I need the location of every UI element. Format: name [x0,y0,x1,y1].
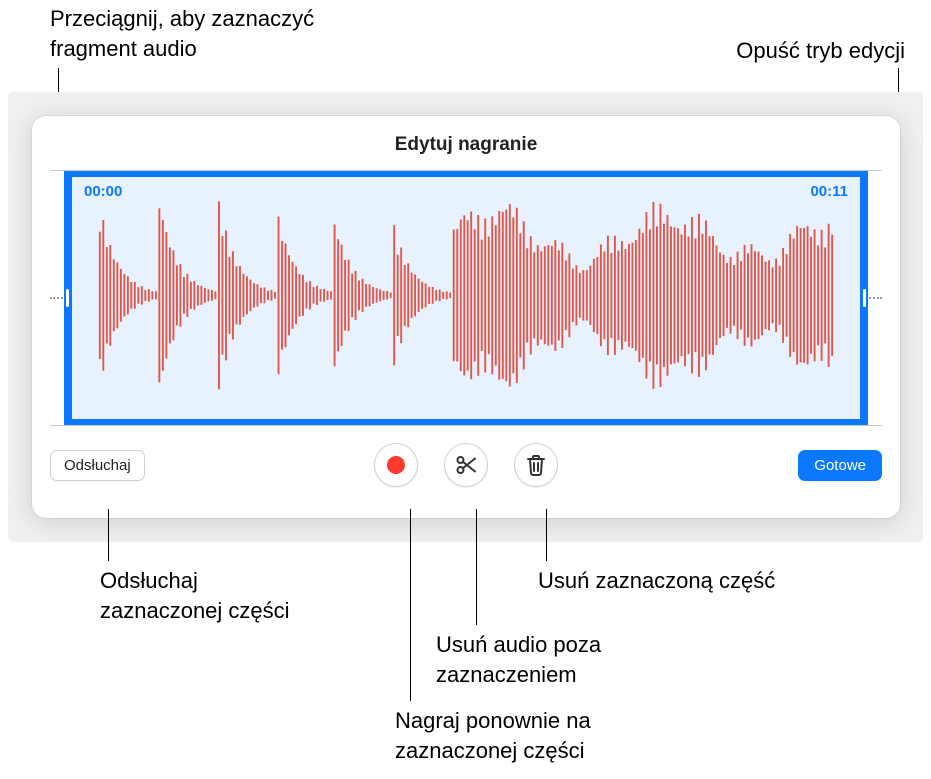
callout-drag: Przeciągnij, aby zaznaczyć fragment audi… [50,4,314,63]
callout-rerecord: Nagraj ponownie na zaznaczonej części [395,706,591,765]
done-button[interactable]: Gotowe [798,450,882,481]
waveform-area[interactable]: 00:00 00:11 [50,170,882,426]
delete-button[interactable] [514,443,558,487]
record-icon [385,454,407,476]
waveform-svg [96,191,836,400]
callout-exit: Opuść tryb edycji [736,36,905,66]
center-tools [374,443,558,487]
panel-title: Edytuj nagranie [50,134,882,156]
callout-trim: Usuń audio poza zaznaczeniem [436,630,601,689]
scissors-icon [454,453,478,477]
callout-delete: Usuń zaznaczoną część [538,566,775,596]
selection-range[interactable]: 00:00 00:11 [64,171,868,425]
callout-line [108,509,109,561]
record-button[interactable] [374,443,418,487]
toolbar: Odsłuchaj [50,442,882,488]
selection-handle-left[interactable] [66,289,69,307]
trim-button[interactable] [444,443,488,487]
callout-line [546,509,547,561]
trash-icon [525,453,547,477]
selection-handle-right[interactable] [863,289,866,307]
listen-button[interactable]: Odsłuchaj [50,450,145,481]
callout-line [410,509,411,701]
edit-recording-panel: Edytuj nagranie 00:00 00:11 Odsłuchaj [32,116,900,518]
callout-line [476,509,477,625]
callout-listen: Odsłuchaj zaznaczonej części [100,566,290,625]
